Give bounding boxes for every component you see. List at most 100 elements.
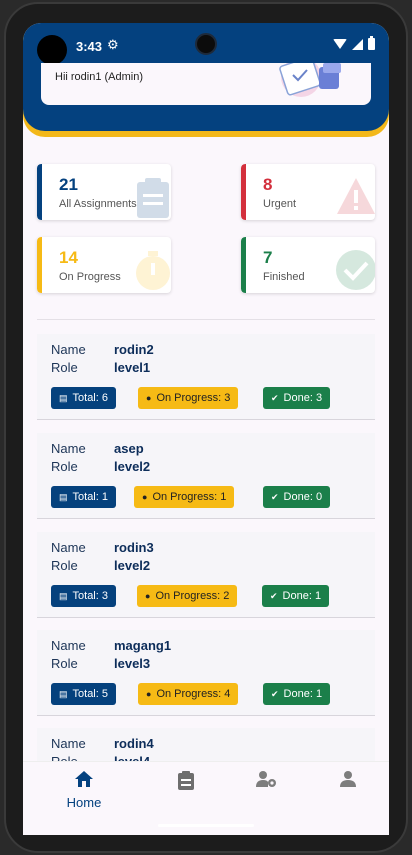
user-name: asep xyxy=(114,441,144,456)
total-badge: ▤ Total: 6 xyxy=(51,387,116,409)
settings-status-icon: ⚙ xyxy=(107,37,119,52)
stat-label: Urgent xyxy=(263,198,297,210)
stat-accent-bar xyxy=(37,237,42,293)
check-circle-icon: ✔ xyxy=(270,590,278,601)
progress-badge: ● On Progress: 3 xyxy=(138,387,239,409)
total-text: Total: 3 xyxy=(72,590,108,602)
user-card[interactable]: Name asep Role level2 ▤ Total: 1 ● On Prog… xyxy=(37,433,375,519)
nav-home[interactable]: Home xyxy=(54,770,114,810)
user-name: rodin3 xyxy=(114,540,154,555)
clipboard-icon: ▤ xyxy=(59,491,68,502)
stat-finished[interactable]: 7 Finished xyxy=(241,237,375,293)
check-circle-icon: ✔ xyxy=(271,491,279,502)
front-camera-cutout xyxy=(37,35,67,65)
progress-badge: ● On Progress: 2 xyxy=(137,585,238,607)
clipboard-icon: ▤ xyxy=(59,688,68,699)
done-text: Done: 1 xyxy=(282,590,322,602)
stat-urgent[interactable]: 8 Urgent xyxy=(241,164,375,220)
stat-accent-bar xyxy=(37,164,42,220)
name-label: Name xyxy=(51,540,86,555)
user-name: rodin2 xyxy=(114,342,154,357)
total-badge: ▤ Total: 5 xyxy=(51,683,116,705)
clipboard-icon: ▤ xyxy=(59,392,68,403)
user-role: level3 xyxy=(114,656,151,671)
stat-accent-bar xyxy=(241,237,246,293)
done-badge: ✔ Done: 1 xyxy=(263,683,331,705)
nav-user-settings[interactable] xyxy=(236,770,296,793)
warning-icon xyxy=(337,178,375,214)
name-label: Name xyxy=(51,441,86,456)
stopwatch-icon xyxy=(136,251,170,290)
total-text: Total: 5 xyxy=(72,688,108,700)
stopwatch-icon: ● xyxy=(145,591,151,601)
app-screen: 3:43 ⚙ Hii rodin1 (Admin) 21 All Assignm… xyxy=(23,23,389,835)
nav-profile[interactable] xyxy=(318,770,378,793)
clipboard-illustration-icon xyxy=(279,63,341,97)
done-text: Done: 3 xyxy=(283,392,323,404)
user-role: level2 xyxy=(114,459,151,474)
home-icon xyxy=(75,771,93,787)
nav-assignments[interactable] xyxy=(156,770,216,795)
nav-home-label: Home xyxy=(66,795,102,810)
progress-badge: ● On Progress: 1 xyxy=(134,486,235,508)
name-label: Name xyxy=(51,638,86,653)
stopwatch-icon: ● xyxy=(142,492,148,502)
user-gear-icon xyxy=(256,771,276,787)
progress-text: On Progress: 3 xyxy=(156,392,231,404)
user-card[interactable]: Name rodin2 Role level1 ▤ Total: 6 ● On Pr… xyxy=(37,334,375,420)
stat-label: Finished xyxy=(263,271,305,283)
stat-on-progress[interactable]: 14 On Progress xyxy=(37,237,171,293)
progress-text: On Progress: 4 xyxy=(156,688,231,700)
total-badge: ▤ Total: 1 xyxy=(51,486,116,508)
user-card[interactable]: Name rodin3 Role level2 ▤ Total: 3 ● On Pr… xyxy=(37,532,375,618)
name-label: Name xyxy=(51,342,86,357)
user-role: level2 xyxy=(114,558,151,573)
status-time: 3:43 xyxy=(76,39,103,54)
clipboard-icon: ▤ xyxy=(59,590,68,601)
stopwatch-icon: ● xyxy=(146,393,152,403)
stat-accent-bar xyxy=(241,164,246,220)
done-text: Done: 0 xyxy=(283,491,323,503)
done-badge: ✔ Done: 1 xyxy=(262,585,330,607)
done-text: Done: 1 xyxy=(283,688,323,700)
battery-icon xyxy=(368,36,375,50)
stat-all-assignments[interactable]: 21 All Assignments xyxy=(37,164,171,220)
progress-badge: ● On Progress: 4 xyxy=(138,683,239,705)
stat-value: 14 xyxy=(59,248,78,267)
role-label: Role xyxy=(51,656,78,671)
name-label: Name xyxy=(51,736,86,751)
wifi-icon xyxy=(333,39,347,49)
clipboard-icon xyxy=(137,178,169,218)
stat-value: 8 xyxy=(263,175,273,194)
progress-text: On Progress: 2 xyxy=(155,590,230,602)
user-role: level1 xyxy=(114,360,151,375)
stat-value: 7 xyxy=(263,248,273,267)
section-divider xyxy=(37,319,375,320)
check-circle-icon: ✔ xyxy=(271,392,279,403)
user-name: rodin4 xyxy=(114,736,154,751)
phone-frame: 3:43 ⚙ Hii rodin1 (Admin) 21 All Assignm… xyxy=(4,2,408,853)
check-circle-icon: ✔ xyxy=(271,688,279,699)
stat-label: All Assignments xyxy=(59,198,137,210)
user-card[interactable]: Name magang1 Role level3 ▤ Total: 5 ● On P… xyxy=(37,630,375,716)
role-label: Role xyxy=(51,459,78,474)
total-text: Total: 1 xyxy=(72,491,108,503)
clipboard-icon xyxy=(178,771,194,790)
person-icon xyxy=(340,771,356,787)
stopwatch-icon: ● xyxy=(146,689,152,699)
status-icons xyxy=(333,36,375,50)
role-label: Role xyxy=(51,558,78,573)
camera-icon xyxy=(195,33,217,55)
signal-icon xyxy=(352,38,363,50)
greeting-card: Hii rodin1 (Admin) xyxy=(41,63,371,105)
stat-value: 21 xyxy=(59,175,78,194)
check-circle-icon xyxy=(336,250,375,290)
role-label: Role xyxy=(51,360,78,375)
gesture-home-indicator[interactable] xyxy=(158,824,254,827)
total-text: Total: 6 xyxy=(72,392,108,404)
done-badge: ✔ Done: 0 xyxy=(263,486,331,508)
total-badge: ▤ Total: 3 xyxy=(51,585,116,607)
user-name: magang1 xyxy=(114,638,172,653)
greeting-text: Hii rodin1 (Admin) xyxy=(55,71,144,83)
progress-text: On Progress: 1 xyxy=(152,491,227,503)
